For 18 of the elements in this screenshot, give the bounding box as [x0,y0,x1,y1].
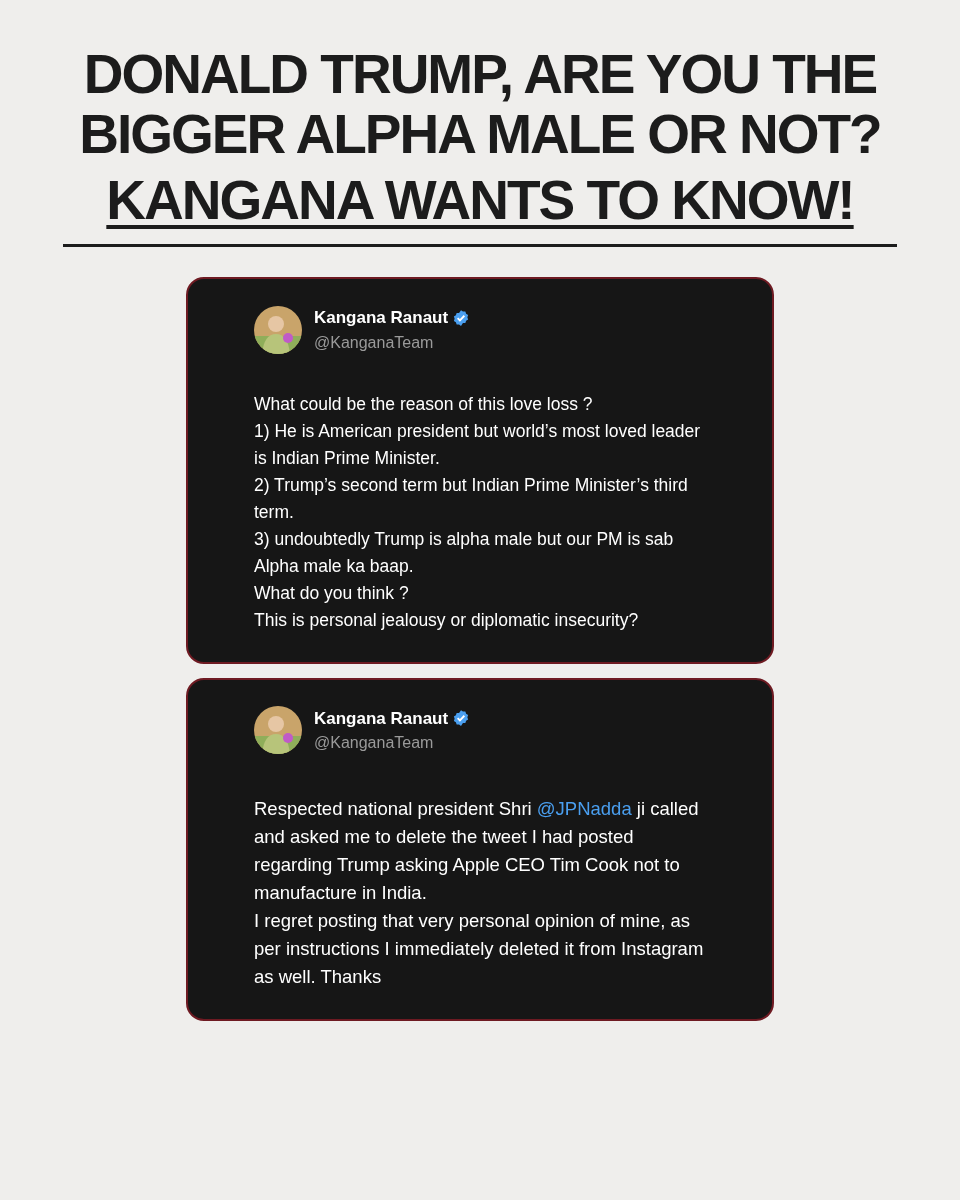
tweet-text: Respected national president Shri @JPNadda ji called and asked me to delete the tweet I had posted regarding Trump asking Apple CEO Tim Cook not to manufacture in India. [254,797,700,905]
tweet-text: 3) undoubtedly Trump is alpha male but our PM is sab Alpha male ka baap. [254,527,675,578]
avatar [254,305,302,354]
author-handle: @KanganaTeam [314,332,435,353]
author-name: Kangana Ranaut [314,307,449,329]
headline-emphasis: KANGANA WANTS TO KNOW! [106,170,854,230]
mention-link[interactable]: @JPNadda [536,798,632,819]
tweet-text: This is personal jealousy or diplomatic insecurity? [254,608,640,632]
tweet-text: 2) Trump’s second term but Indian Prime Minister’s third term. [254,473,689,524]
tweet-text: 1) He is American president but world’s most loved leader is Indian Prime Minister. [254,419,702,470]
avatar [254,706,302,755]
author-handle: @KanganaTeam [314,733,435,753]
tweet-text: I regret posting that very personal opinion of mine, as per instructions I immediately deleted it from Instagram as well. Thanks [254,909,705,989]
author-name: Kangana Ranaut [314,707,449,730]
headline: BIGGER ALPHA MALE OR NOT? [79,104,881,164]
tweet-text: What could be the reason of this love loss ? [254,392,594,416]
headline: DONALD TRUMP, ARE YOU THE [83,44,877,104]
tweet-text: What do you think ? [254,581,410,605]
